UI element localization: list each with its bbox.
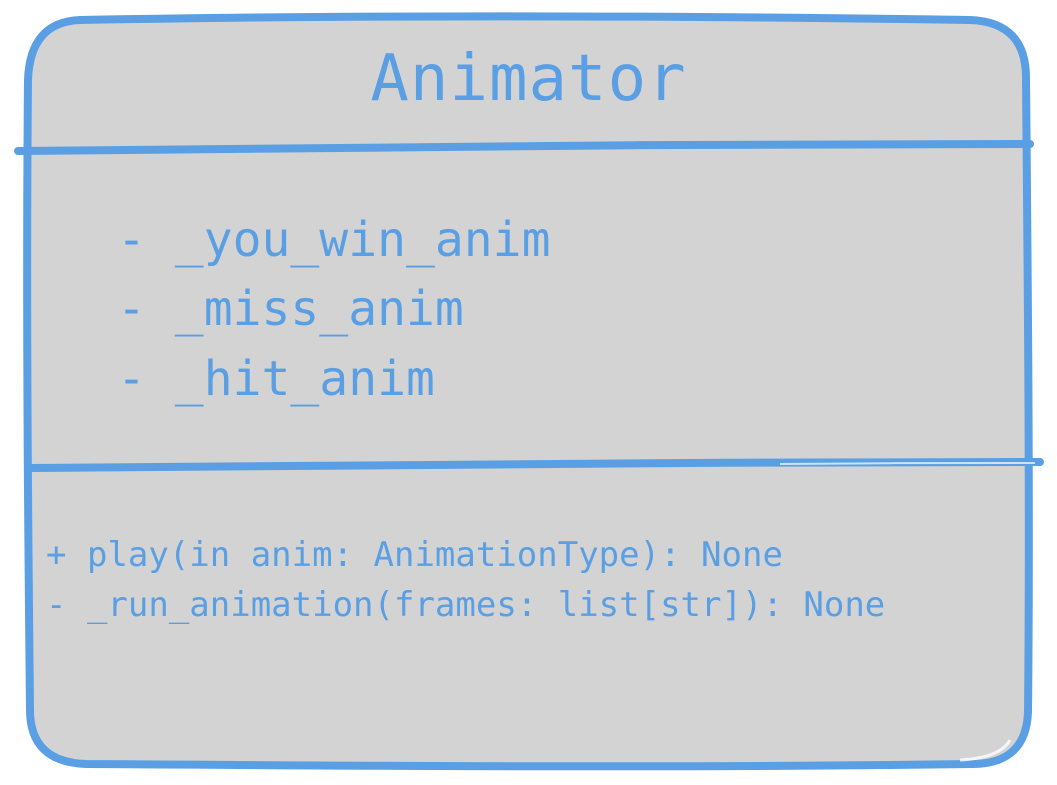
attribute-miss-anim: - _miss_anim [117,281,464,337]
method-play: + play(in anim: AnimationType): None [46,535,783,575]
class-name: Animator [370,42,687,116]
attribute-you-win-anim: - _you_win_anim [117,212,551,268]
attribute-hit-anim: - _hit_anim [117,351,435,407]
method-run-animation: - _run_animation(frames: list[str]): Non… [46,585,886,625]
divider-attributes-highlight [779,462,1036,465]
